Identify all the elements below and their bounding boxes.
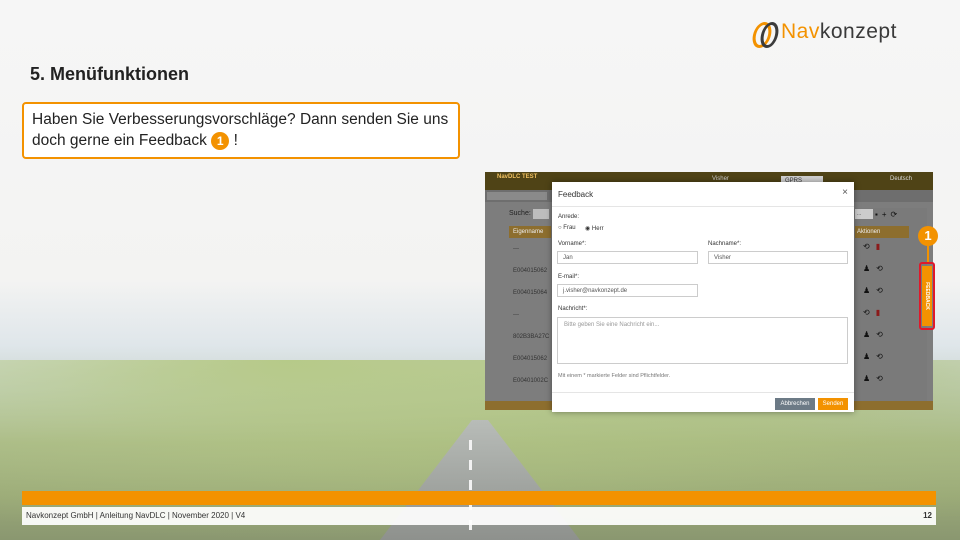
- nachricht-label: Nachricht*:: [558, 306, 588, 312]
- action-icons[interactable]: ♟⟲: [863, 264, 889, 273]
- nachname-field[interactable]: Visher: [708, 251, 848, 264]
- table-row[interactable]: ---: [509, 240, 553, 258]
- page-number: 12: [923, 511, 932, 520]
- slide-title: 5. Menüfunktionen: [30, 64, 189, 84]
- dialog-header: Feedback ×: [552, 182, 854, 207]
- action-icons[interactable]: ♟⟲: [863, 330, 889, 339]
- dialog-title: Feedback: [558, 190, 594, 199]
- table-row[interactable]: 802B3BA27C: [509, 328, 553, 346]
- send-button[interactable]: Senden: [818, 398, 848, 410]
- anrede-label: Anrede:: [558, 214, 580, 220]
- action-icons[interactable]: ⟲▮: [863, 242, 886, 251]
- table-row[interactable]: E004015062: [509, 350, 553, 368]
- step-badge-marker: 1: [918, 226, 938, 246]
- footer: Navkonzept GmbH | Anleitung NavDLC | Nov…: [22, 507, 936, 525]
- logo-text: Navkonzept: [781, 20, 897, 43]
- breadcrumb-item[interactable]: [513, 192, 547, 200]
- action-icons[interactable]: ⟲▮: [863, 308, 886, 317]
- right-search-input[interactable]: ...: [855, 209, 873, 219]
- radio-frau[interactable]: ○ Frau: [558, 225, 576, 231]
- action-icons[interactable]: ♟⟲: [863, 374, 889, 383]
- vorname-label: Vorname*:: [558, 241, 587, 247]
- radio-herr[interactable]: ◉ Herr: [585, 225, 604, 232]
- action-icons[interactable]: ♟⟲: [863, 286, 889, 295]
- marker-connector: [927, 246, 929, 262]
- table-row[interactable]: E004015062: [509, 262, 553, 280]
- feedback-tab-highlight: [919, 262, 935, 330]
- table-header: Eigenname: [509, 226, 551, 238]
- nachname-label: Nachname*:: [708, 241, 742, 247]
- message-textarea[interactable]: Bitte geben Sie eine Nachricht ein...: [557, 317, 848, 364]
- email-field[interactable]: j.visher@navkonzept.de: [557, 284, 698, 297]
- search-input[interactable]: [533, 209, 549, 219]
- logo-icon: [750, 20, 781, 48]
- footer-text: Navkonzept GmbH | Anleitung NavDLC | Nov…: [26, 511, 246, 520]
- table-row[interactable]: E004015064: [509, 284, 553, 302]
- callout-text: Haben Sie Verbesserungsvorschläge? Dann …: [32, 111, 449, 150]
- actions-panel: ... ▪+⟳ Aktionen ⟲▮ ♟⟲ ♟⟲ ⟲▮ ♟⟲ ♟⟲ ♟⟲: [855, 208, 927, 410]
- breadcrumb-item[interactable]: [487, 192, 515, 200]
- table-row[interactable]: ---: [509, 306, 553, 324]
- step-badge: 1: [211, 131, 230, 150]
- toolbar-icons[interactable]: ▪+⟳: [875, 210, 901, 219]
- table-row[interactable]: E00401002C: [509, 372, 553, 390]
- feedback-dialog: Feedback × Anrede: ○ Frau ◉ Herr Vorname…: [552, 182, 854, 412]
- required-hint: Mit einem * markierte Felder sind Pflich…: [558, 373, 671, 379]
- action-icons[interactable]: ♟⟲: [863, 352, 889, 361]
- info-callout: Haben Sie Verbesserungsvorschläge? Dann …: [22, 102, 460, 159]
- footer-accent-bar: [22, 491, 936, 505]
- actions-header: Aktionen: [855, 226, 909, 238]
- app-brand: NavDLC TEST: [497, 174, 538, 180]
- search-label: Suche:: [509, 210, 531, 217]
- cancel-button[interactable]: Abbrechen: [775, 398, 815, 410]
- navkonzept-logo: Navkonzept: [750, 20, 897, 48]
- vorname-field[interactable]: Jan: [557, 251, 698, 264]
- language-menu[interactable]: Deutsch: [890, 176, 912, 182]
- email-label: E-mail*:: [558, 274, 580, 280]
- close-icon[interactable]: ×: [842, 187, 848, 198]
